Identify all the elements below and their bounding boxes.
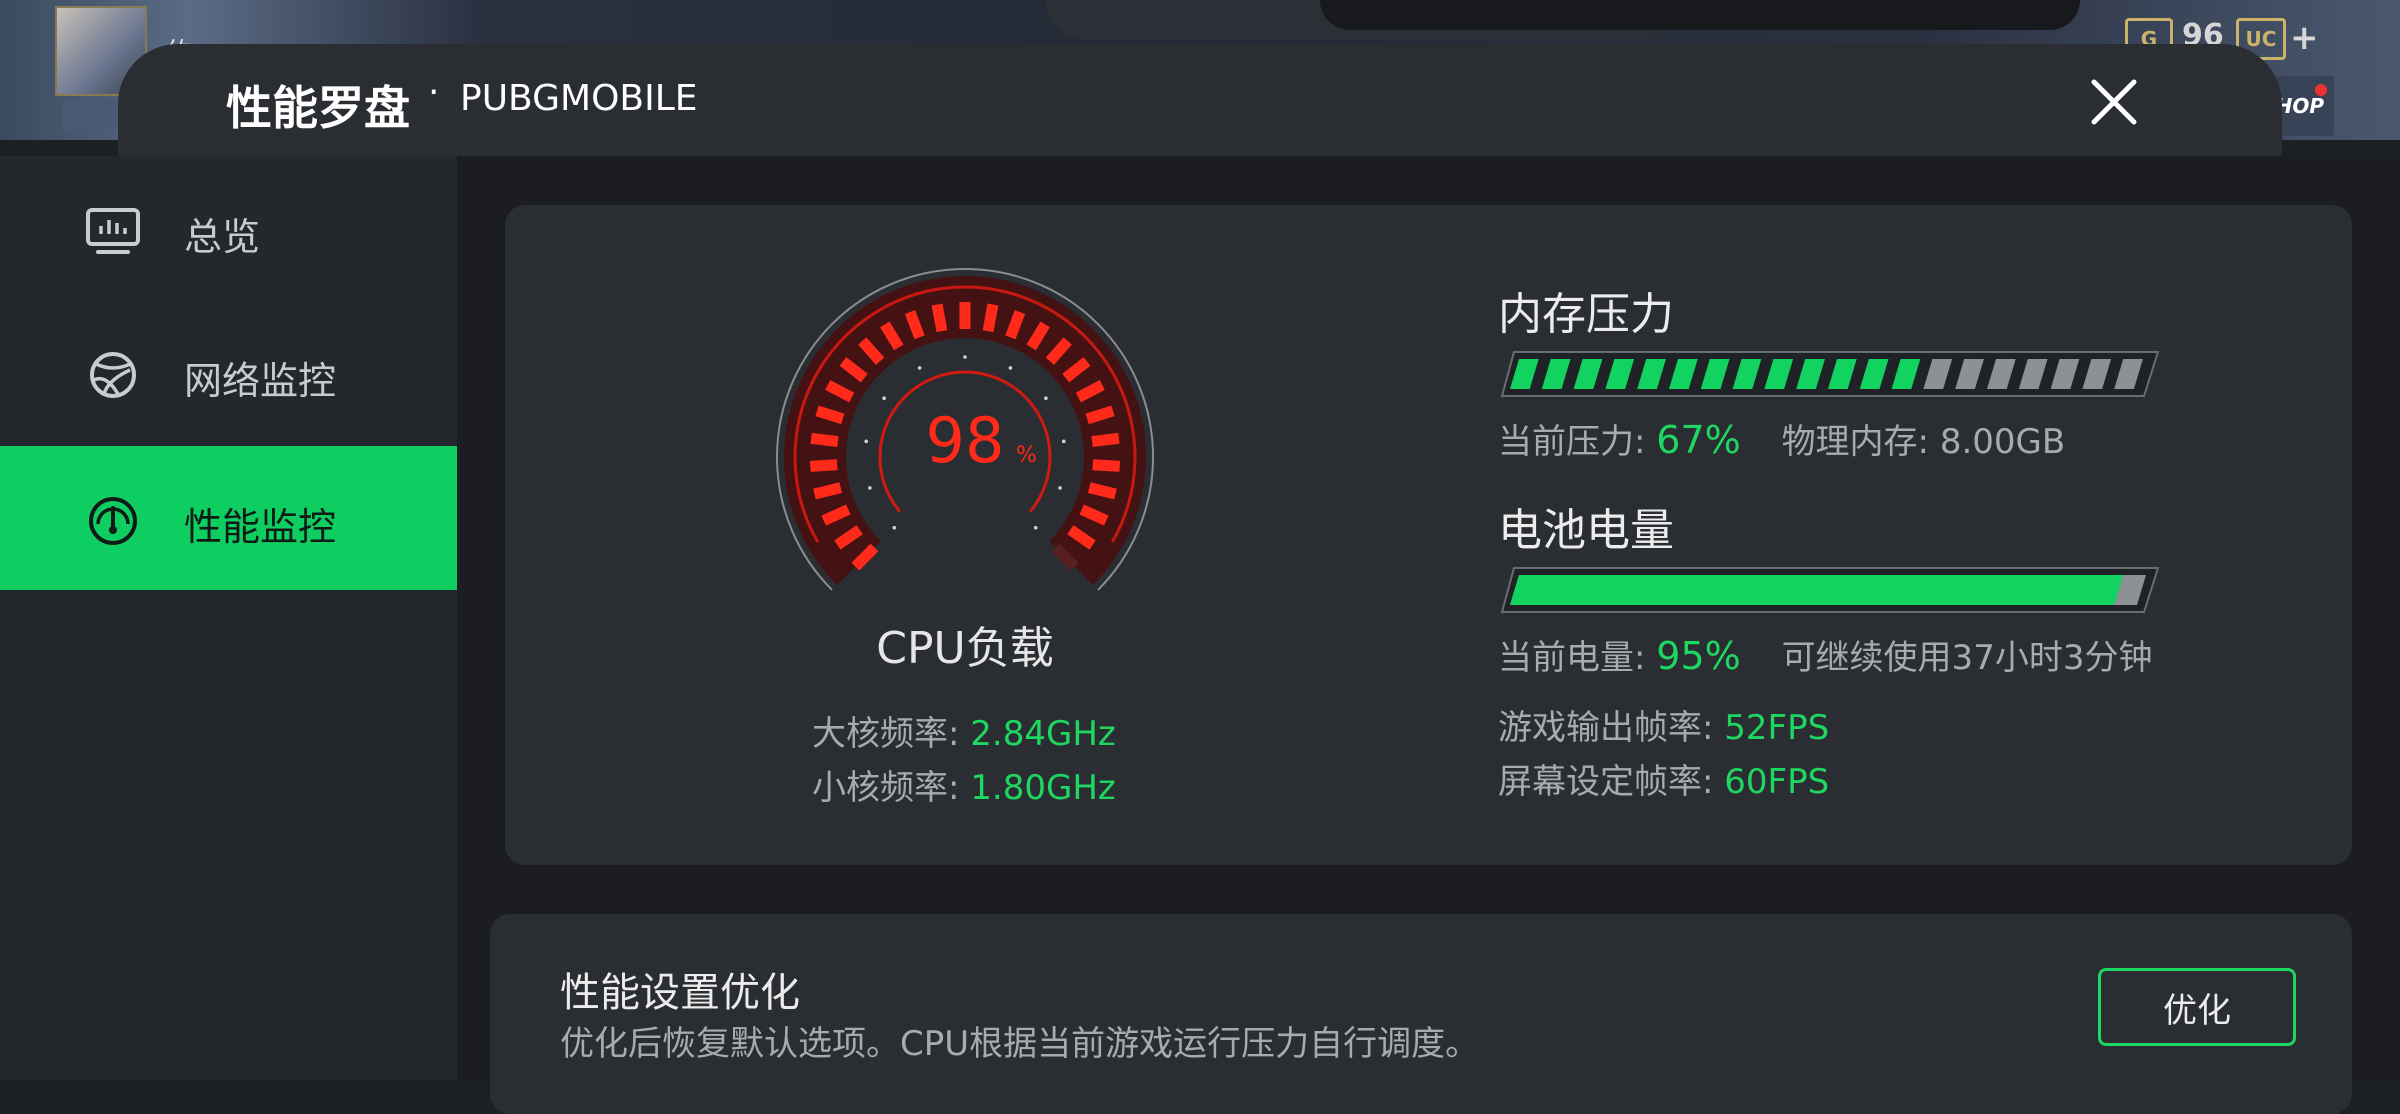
gauge-dot <box>1008 366 1013 370</box>
monitor-chart-icon <box>86 208 140 254</box>
memory-pressure-bar <box>1500 351 2160 397</box>
game-fps-value: 52FPS <box>1724 708 1830 748</box>
battery-level-label: 当前电量: <box>1498 638 1646 678</box>
optimize-button[interactable]: 优化 <box>2098 968 2296 1046</box>
gauge-dot <box>864 439 869 444</box>
gauge-tick <box>1087 482 1117 500</box>
screen-fps-label: 屏幕设定帧率: <box>1498 762 1714 802</box>
gauge-dot <box>917 366 922 370</box>
gauge-tick <box>1091 432 1120 448</box>
big-core-label: 大核频率: <box>812 714 960 754</box>
battery-level-bar <box>1500 567 2160 613</box>
gauge-tick <box>931 303 948 333</box>
little-core-frequency: 小核频率: 1.80GHz <box>812 760 1116 809</box>
cpu-load-value: 98 <box>926 404 1005 477</box>
optimization-description: 优化后恢复默认选项。CPU根据当前游戏运行压力自行调度。 <box>560 1024 1480 1064</box>
little-core-value: 1.80GHz <box>970 768 1116 808</box>
screen-fps-value: 60FPS <box>1724 762 1830 802</box>
big-core-frequency: 大核频率: 2.84GHz <box>812 706 1116 755</box>
gauge-tick <box>815 405 845 425</box>
gauge-tick <box>1092 459 1121 472</box>
memory-pressure-value: 67% <box>1656 418 1741 462</box>
gauge-dot <box>892 525 897 530</box>
gauge-dot <box>1044 396 1048 401</box>
optimization-title: 性能设置优化 <box>560 970 800 1016</box>
gauge-tick <box>809 459 838 472</box>
memory-stats: 当前压力: 67% 物理内存: 8.00GB <box>1498 414 2065 463</box>
gauge-tick <box>813 482 843 500</box>
battery-stats: 当前电量: 95% 可继续使用37小时3分钟 <box>1498 630 2152 679</box>
game-fps-row: 游戏输出帧率: 52FPS <box>1498 700 1829 749</box>
screen-fps-row: 屏幕设定帧率: 60FPS <box>1498 754 1829 803</box>
notification-dot-icon <box>2315 84 2327 96</box>
game-top-bar-dark <box>1320 0 2080 30</box>
gauge-tick <box>1085 405 1115 425</box>
gauge-dot <box>1058 486 1062 490</box>
gauge-tick <box>810 432 839 448</box>
gauge-dot <box>882 396 886 401</box>
panel-header <box>118 44 2282 156</box>
sidebar-item-overview[interactable]: 总览 <box>0 156 457 300</box>
game-fps-label: 游戏输出帧率: <box>1498 708 1714 748</box>
sidebar-item-label: 性能监控 <box>184 505 337 549</box>
little-core-label: 小核频率: <box>812 768 960 808</box>
gauge-dot <box>1061 439 1066 444</box>
sidebar-item-label: 总览 <box>184 215 261 259</box>
add-currency-icon[interactable]: + <box>2290 18 2319 58</box>
memory-title: 内存压力 <box>1498 289 1674 340</box>
sidebar-item-network[interactable]: 网络监控 <box>0 300 457 444</box>
battery-remaining: 可继续使用37小时3分钟 <box>1781 638 2153 678</box>
physical-memory-value: 8.00GB <box>1939 422 2066 462</box>
gauge-icon <box>89 497 137 545</box>
battery-title: 电池电量 <box>1498 505 1674 556</box>
sidebar-item-performance[interactable]: 性能监控 <box>0 446 457 590</box>
sidebar-item-label: 网络监控 <box>184 359 337 403</box>
gauge-dot <box>963 355 967 359</box>
battery-bar-fill <box>1510 575 2124 605</box>
gauge-tick <box>982 303 999 333</box>
cpu-load-gauge: 98 % <box>776 268 1154 591</box>
app-name: PUBGMOBILE <box>460 78 698 119</box>
close-button[interactable] <box>2084 72 2144 132</box>
cpu-load-unit: % <box>1016 443 1037 468</box>
gauge-dot <box>868 486 872 490</box>
gauge-dot <box>1033 525 1038 530</box>
battery-level-value: 95% <box>1656 634 1741 678</box>
memory-pressure-label: 当前压力: <box>1498 422 1646 462</box>
title-separator: · <box>428 72 440 113</box>
big-core-value: 2.84GHz <box>970 714 1116 754</box>
globe-icon <box>90 352 136 398</box>
close-icon <box>2091 79 2137 125</box>
physical-memory-label: 物理内存: <box>1781 422 1930 462</box>
panel-title: 性能罗盘 <box>226 81 410 135</box>
